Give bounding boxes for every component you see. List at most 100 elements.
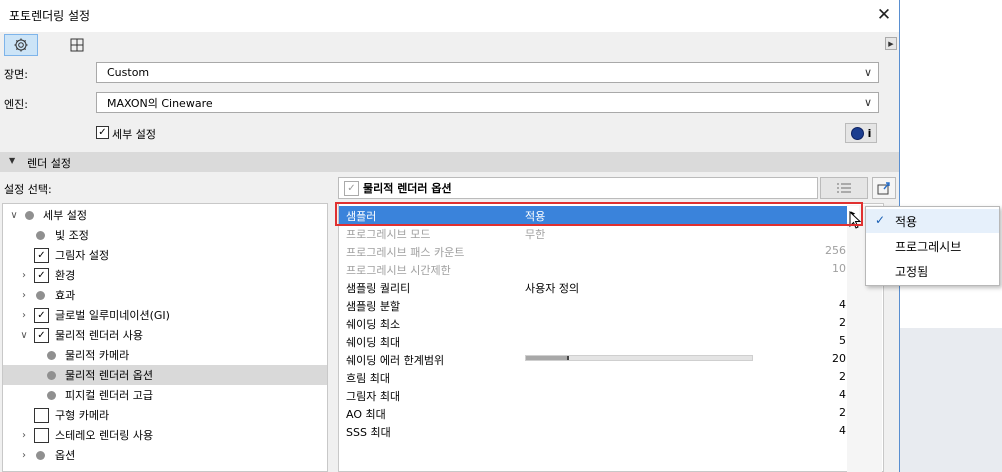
chevron-down-icon: ∨ [863,96,872,109]
property-name: 쉐이딩 최대 [346,336,401,349]
tree-checkbox[interactable]: ✓ [34,327,49,343]
settings-tab-button[interactable] [4,34,38,56]
tree-item-gi[interactable]: › ✓ 글로벌 일루미네이션(GI) [3,305,327,325]
property-row[interactable]: 흐림 최대 2 [339,368,848,386]
tree-expander-icon[interactable]: › [19,430,29,441]
settings-dot-icon [36,450,45,460]
menu-item-label: 고정됨 [895,265,929,279]
tree-item-label: 그림자 설정 [55,249,110,262]
tree-expander-icon[interactable]: ∨ [19,330,29,341]
tree-checkbox[interactable] [34,407,49,423]
error-threshold-slider[interactable] [525,355,753,361]
engine-label: 엔진: [4,98,28,111]
tree-checkbox[interactable] [34,427,49,443]
tree-item-options[interactable]: › 옵션 [3,445,327,465]
property-row[interactable]: AO 최대 2 [339,404,848,422]
property-name: 프로그레시브 시간제한 [346,264,451,277]
property-value: 무한 [525,228,546,241]
scene-select-value: Custom [107,66,150,79]
tree-expander-icon[interactable]: › [19,450,29,461]
list-view-button[interactable] [820,177,868,199]
property-name: 그림자 최대 [346,390,401,403]
window-title: 포토렌더링 설정 [9,9,91,23]
check-icon: ✓ [875,213,886,227]
settings-dot-icon [36,290,45,300]
property-row[interactable]: 프로그레시브 시간제한 10 [339,260,848,278]
render-settings-section[interactable]: ▼ 렌더 설정 [0,152,899,172]
tree-item-label: 효과 [55,289,76,302]
tree-expander-icon[interactable]: › [19,310,29,321]
tree-item-physical-renderer-advanced[interactable]: 피지컬 렌더러 고급 [3,385,327,405]
tree-item-label: 환경 [55,269,76,282]
tree-item-label: 물리적 렌더러 옵션 [65,369,153,382]
tree-expander-icon[interactable]: › [19,290,29,301]
tree-item-shadow[interactable]: ✓ 그림자 설정 [3,245,327,265]
collapse-arrow-icon: ▼ [9,156,16,165]
property-row[interactable]: 프로그레시브 모드 무한 [339,224,848,242]
title-bar: 포토렌더링 설정 ✕ [0,0,899,32]
property-row[interactable]: 쉐이딩 에러 한계범위 20 [339,350,848,368]
tree-checkbox[interactable]: ✓ [34,267,49,283]
tree-item-label: 스테레오 렌더링 사용 [55,429,154,442]
property-number: 10 [832,262,846,275]
tree-item-detail[interactable]: ∨ 세부 설정 [3,205,327,225]
menu-item-progressive[interactable]: 프로그레시브 [866,234,999,258]
tree-expander-icon[interactable]: › [19,270,29,281]
tree-item-stereo-rendering[interactable]: › 스테레오 렌더링 사용 [3,425,327,445]
slider-fill [526,356,569,360]
tree-expander-icon[interactable]: ∨ [9,210,19,221]
detail-settings-checkbox[interactable]: ✓ [96,126,109,139]
engine-select[interactable]: MAXON의 Cineware ∨ [96,92,879,113]
render-settings-label: 렌더 설정 [27,157,71,170]
tree-item-physical-renderer[interactable]: ∨ ✓ 물리적 렌더러 사용 [3,325,327,345]
expand-panel-button[interactable]: ▶ [885,37,897,50]
tree-checkbox[interactable]: ✓ [34,247,49,263]
tree-checkbox[interactable]: ✓ [34,307,49,323]
export-button[interactable] [872,177,896,199]
tree-item-effects[interactable]: › 효과 [3,285,327,305]
property-number: 4 [839,388,846,401]
menu-item-fixed[interactable]: 고정됨 [866,259,999,283]
property-number: 256 [825,244,846,257]
property-row[interactable]: SSS 최대 4 [339,422,848,440]
panel-enable-checkbox[interactable]: ✓ [344,180,359,196]
tree-item-light[interactable]: 빛 조정 [3,225,327,245]
settings-dot-icon [36,230,45,240]
property-name: AO 최대 [346,408,386,421]
close-button[interactable]: ✕ [873,3,895,27]
property-row[interactable]: 쉐이딩 최대 5 [339,332,848,350]
scene-select[interactable]: Custom ∨ [96,62,879,83]
tree-item-physical-camera[interactable]: 물리적 카메라 [3,345,327,365]
property-name: 샘플링 퀄리티 [346,282,411,295]
toolbar [0,32,899,58]
property-row[interactable]: 샘플링 분할 4 [339,296,848,314]
menu-item-apply[interactable]: ✓ 적용 [866,209,999,233]
property-row[interactable]: 그림자 최대 4 [339,386,848,404]
size-tab-button[interactable] [60,34,94,56]
sampler-options-menu: ✓ 적용 프로그레시브 고정됨 [865,206,1000,286]
tree-item-environment[interactable]: › ✓ 환경 [3,265,327,285]
property-row[interactable]: 샘플링 퀄리티 사용자 정의 [339,278,848,296]
tree-item-label: 글로벌 일루미네이션(GI) [55,309,170,322]
tree-item-label: 세부 설정 [43,209,87,222]
property-row[interactable]: 프로그레시브 패스 카운트 256 [339,242,848,260]
tree-item-label: 옵션 [55,449,76,462]
background-window-lower [900,328,1002,472]
properties-list: 샘플러 적용 프로그레시브 모드 무한 프로그레시브 패스 카운트 256 프로… [338,203,884,472]
tree-item-label: 물리적 렌더러 사용 [55,329,143,342]
property-number: 20 [832,352,846,365]
property-row[interactable]: 쉐이딩 최소 2 [339,314,848,332]
select-settings-label: 설정 선택: [4,183,52,196]
settings-dot-icon [47,350,56,360]
cineware-info-button[interactable]: i [845,123,877,143]
gear-icon [14,38,28,52]
tree-item-physical-renderer-options[interactable]: 물리적 렌더러 옵션 [3,365,327,385]
settings-dot-icon [47,370,56,380]
menu-item-label: 프로그레시브 [895,240,962,254]
property-name: 샘플링 분할 [346,300,401,313]
property-number: 2 [839,406,846,419]
tree-item-label: 물리적 카메라 [65,349,130,362]
tree-item-legacy-camera[interactable]: 구형 카메라 [3,405,327,425]
tree-item-label: 빛 조정 [55,229,89,242]
photorendering-settings-dialog: 포토렌더링 설정 ✕ ▶ 장면: Custom ∨ 엔진: MAXON의 Cin… [0,0,900,472]
